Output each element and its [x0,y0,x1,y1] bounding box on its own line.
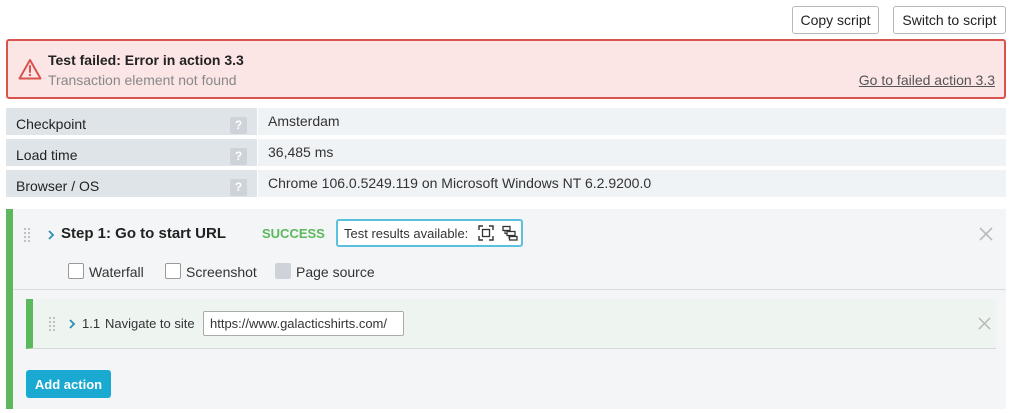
test-results-panel: Test results available: [336,219,523,247]
error-alert: Test failed: Error in action 3.3 Transac… [6,39,1006,99]
close-icon[interactable] [978,317,991,330]
chevron-right-icon[interactable] [46,229,56,241]
action-row: 1.1 Navigate to site [26,299,996,349]
checkbox-box[interactable] [165,263,181,279]
info-row-browser-os: Browser / OS ? Chrome 106.0.5249.119 on … [6,170,1006,197]
info-label: Load time [6,139,257,166]
help-icon[interactable]: ? [230,179,247,196]
action-label: Navigate to site [105,316,195,331]
drag-handle-icon[interactable] [48,316,56,332]
help-icon[interactable]: ? [230,117,247,134]
info-row-checkpoint: Checkpoint ? Amsterdam [6,108,1006,135]
copy-script-button[interactable]: Copy script [792,6,879,34]
page-tree-icon[interactable] [502,225,518,241]
add-action-button[interactable]: Add action [26,370,111,398]
go-to-failed-action-link[interactable]: Go to failed action 3.3 [859,72,995,88]
checkbox-box [275,263,291,279]
info-value: 36,485 ms [258,139,1006,166]
help-icon[interactable]: ? [230,148,247,165]
close-icon[interactable] [979,227,993,241]
alert-subtitle: Transaction element not found [48,72,237,88]
info-row-load-time: Load time ? 36,485 ms [6,139,1006,166]
checkbox-box[interactable] [68,263,84,279]
results-label: Test results available: [344,226,469,241]
checkbox-label: Screenshot [186,264,257,280]
action-number: 1.1 [82,316,101,331]
step-panel: Step 1: Go to start URL SUCCESS Test res… [6,209,1006,409]
warning-triangle-icon [18,59,42,80]
url-input[interactable] [203,311,404,336]
checkbox-label: Waterfall [89,264,144,280]
chevron-right-icon[interactable] [67,318,77,330]
screenshot-frame-icon[interactable] [478,225,494,241]
info-label: Checkpoint [6,108,257,135]
switch-to-script-button[interactable]: Switch to script [893,6,1006,34]
step-title[interactable]: Step 1: Go to start URL [61,225,226,242]
status-badge: SUCCESS [262,226,325,241]
info-label: Browser / OS [6,170,257,197]
drag-handle-icon[interactable] [23,227,31,243]
alert-title: Test failed: Error in action 3.3 [48,52,244,68]
info-value: Chrome 106.0.5249.119 on Microsoft Windo… [258,170,1006,197]
divider [13,289,1006,290]
checkbox-label: Page source [296,264,375,280]
info-value: Amsterdam [258,108,1006,135]
